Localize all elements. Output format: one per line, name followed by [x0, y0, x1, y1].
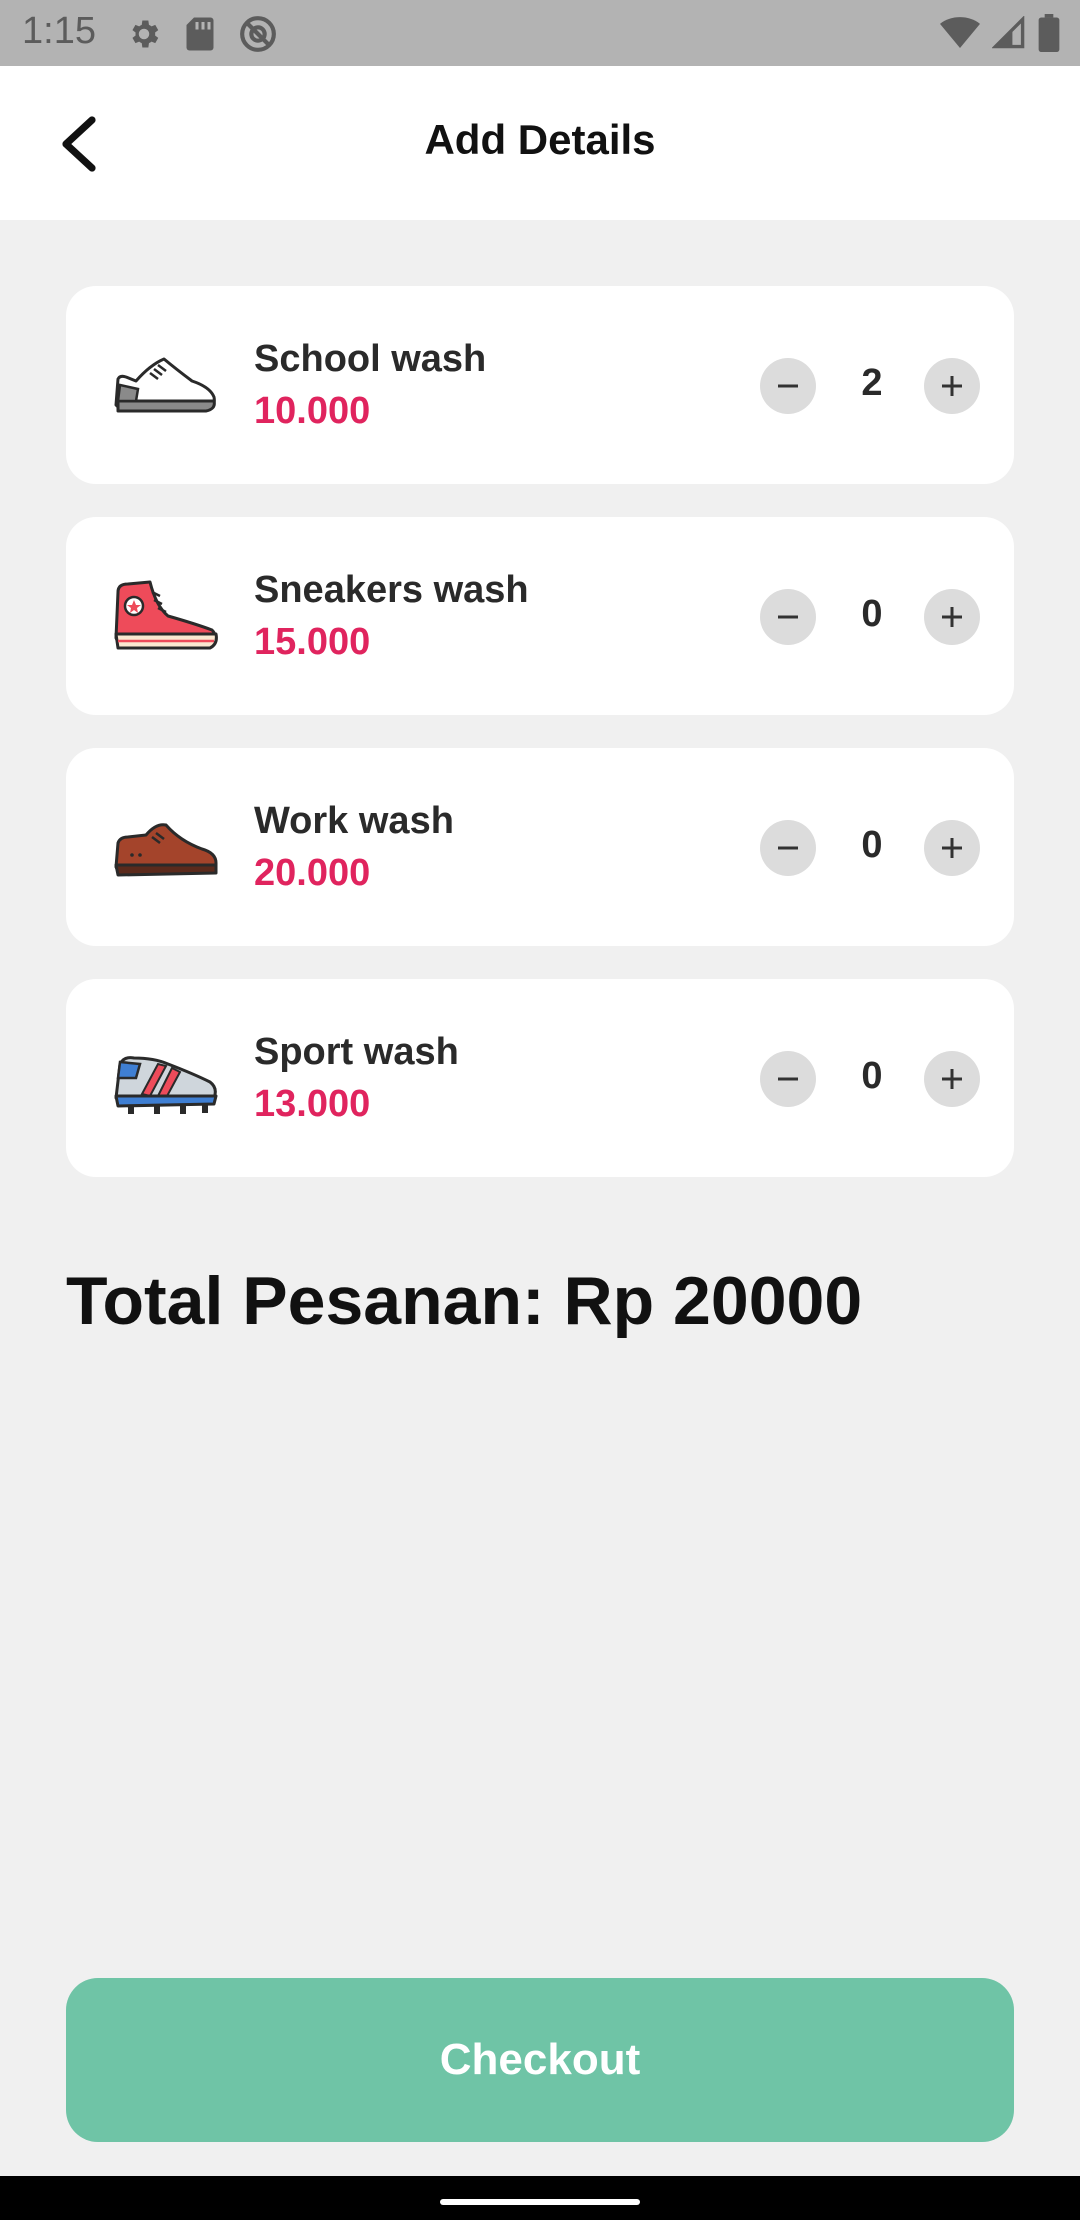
decrement-button[interactable] — [760, 1051, 816, 1107]
quantity-value: 0 — [861, 824, 883, 866]
app-bar: Add Details — [0, 66, 1080, 220]
service-card-sneakers: Sneakers wash 15.000 0 — [66, 517, 1014, 715]
plus-icon — [942, 838, 962, 858]
decrement-button[interactable] — [760, 589, 816, 645]
item-name: School wash — [254, 338, 487, 380]
sport-shoe-icon — [114, 1056, 218, 1114]
status-time: 1:15 — [22, 10, 96, 52]
item-price: 10.000 — [254, 390, 371, 432]
battery-icon — [1038, 14, 1060, 52]
navigation-bar — [0, 2176, 1080, 2220]
increment-button[interactable] — [924, 820, 980, 876]
service-card-school: School wash 10.000 2 — [66, 286, 1014, 484]
item-price: 20.000 — [254, 852, 371, 894]
service-card-work: Work wash 20.000 0 — [66, 748, 1014, 946]
minus-icon — [778, 1077, 798, 1081]
plus-icon — [942, 376, 962, 396]
item-price: 13.000 — [254, 1083, 371, 1125]
plus-icon — [942, 607, 962, 627]
item-name: Sport wash — [254, 1031, 459, 1073]
quantity-value: 0 — [861, 593, 883, 635]
home-gesture-handle[interactable] — [440, 2199, 640, 2205]
plus-icon — [942, 1069, 962, 1089]
cell-signal-icon — [992, 16, 1025, 49]
item-price: 15.000 — [254, 621, 371, 663]
service-card-sport: Sport wash 13.000 0 — [66, 979, 1014, 1177]
minus-icon — [778, 615, 798, 619]
minus-icon — [778, 846, 798, 850]
checkout-button[interactable]: Checkout — [66, 1978, 1014, 2142]
sd-card-icon — [186, 17, 214, 51]
quantity-value: 2 — [861, 362, 883, 404]
wifi-icon — [940, 17, 980, 48]
quantity-value: 0 — [861, 1055, 883, 1097]
work-shoe-icon — [114, 823, 218, 877]
decrement-button[interactable] — [760, 820, 816, 876]
increment-button[interactable] — [924, 1051, 980, 1107]
settings-icon — [132, 20, 159, 48]
do-not-disturb-icon — [240, 16, 276, 52]
increment-button[interactable] — [924, 589, 980, 645]
status-bar: 1:15 — [0, 0, 1080, 66]
page-title: Add Details — [424, 116, 656, 163]
item-name: Sneakers wash — [254, 569, 529, 611]
order-total: Total Pesanan: Rp 20000 — [66, 1263, 863, 1339]
item-name: Work wash — [254, 800, 454, 842]
sneaker-icon — [114, 580, 218, 650]
minus-icon — [778, 384, 798, 388]
school-shoe-icon — [114, 357, 216, 413]
increment-button[interactable] — [924, 358, 980, 414]
decrement-button[interactable] — [760, 358, 816, 414]
